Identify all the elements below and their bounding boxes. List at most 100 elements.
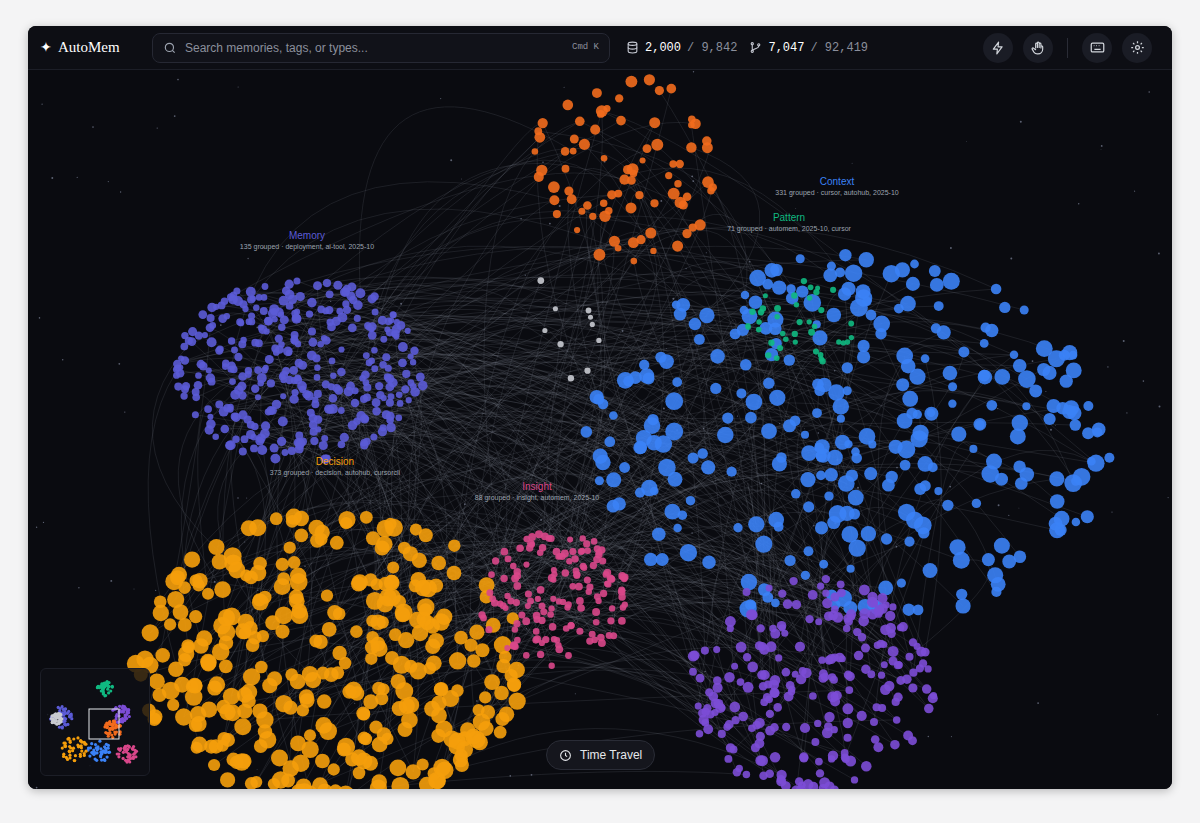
memory-node[interactable] (384, 327, 390, 333)
memory-node[interactable] (363, 694, 378, 709)
memory-node[interactable] (218, 609, 235, 626)
memory-node[interactable] (748, 600, 757, 609)
memory-node[interactable] (555, 642, 562, 649)
memory-node[interactable] (758, 309, 764, 315)
memory-node[interactable] (848, 490, 864, 506)
memory-node[interactable] (881, 533, 892, 544)
memory-node[interactable] (315, 426, 321, 432)
memory-node[interactable] (214, 581, 231, 598)
memory-node[interactable] (801, 571, 810, 580)
memory-node[interactable] (507, 598, 514, 605)
memory-node[interactable] (313, 635, 327, 649)
memory-node[interactable] (410, 383, 417, 390)
memory-node[interactable] (1070, 419, 1082, 431)
memory-node[interactable] (488, 571, 495, 578)
memory-node[interactable] (717, 427, 734, 444)
memory-node[interactable] (1049, 471, 1064, 486)
memory-node[interactable] (656, 553, 669, 566)
memory-node[interactable] (315, 754, 330, 769)
memory-node[interactable] (562, 165, 570, 173)
memory-node[interactable] (178, 581, 191, 594)
memory-node[interactable] (625, 76, 637, 88)
memory-node[interactable] (371, 347, 378, 354)
memory-node[interactable] (255, 394, 261, 400)
memory-node[interactable] (815, 439, 830, 454)
memory-node[interactable] (571, 555, 578, 562)
memory-node[interactable] (194, 381, 203, 390)
memory-node[interactable] (513, 568, 521, 576)
memory-node[interactable] (388, 393, 395, 400)
memory-node[interactable] (363, 438, 371, 446)
memory-node[interactable] (193, 579, 205, 591)
memory-node[interactable] (302, 666, 318, 682)
memory-node[interactable] (310, 437, 318, 445)
memory-node[interactable] (975, 420, 985, 430)
memory-node[interactable] (672, 301, 680, 309)
memory-node[interactable] (260, 307, 268, 315)
memory-node[interactable] (577, 604, 585, 612)
memory-node[interactable] (299, 689, 314, 704)
memory-node[interactable] (828, 384, 844, 400)
memory-node[interactable] (295, 341, 302, 348)
memory-node[interactable] (315, 525, 330, 540)
memory-node[interactable] (317, 694, 332, 709)
memory-node[interactable] (783, 336, 789, 342)
memory-node[interactable] (910, 260, 919, 269)
memory-node[interactable] (565, 652, 572, 659)
memory-node[interactable] (338, 346, 344, 352)
memory-node[interactable] (710, 349, 725, 364)
memory-node[interactable] (607, 500, 620, 513)
memory-node[interactable] (263, 328, 269, 334)
memory-node[interactable] (202, 332, 208, 338)
memory-node[interactable] (523, 536, 530, 543)
memory-node[interactable] (364, 322, 371, 329)
memory-node[interactable] (508, 679, 521, 692)
memory-node[interactable] (236, 318, 244, 326)
memory-node[interactable] (467, 654, 481, 668)
memory-node[interactable] (596, 105, 608, 117)
memory-node[interactable] (176, 369, 185, 378)
memory-node[interactable] (312, 354, 320, 362)
memory-node[interactable] (164, 618, 176, 630)
memory-node[interactable] (218, 302, 226, 310)
memory-node[interactable] (837, 415, 845, 423)
memory-node[interactable] (579, 548, 585, 554)
memory-node[interactable] (994, 369, 1010, 385)
memory-node[interactable] (198, 310, 207, 319)
memory-node[interactable] (815, 521, 828, 534)
memory-node[interactable] (152, 688, 166, 702)
memory-node[interactable] (570, 135, 579, 144)
memory-node[interactable] (626, 202, 637, 213)
memory-node[interactable] (277, 437, 286, 446)
memory-node[interactable] (384, 373, 392, 381)
memory-node[interactable] (404, 660, 417, 673)
memory-node[interactable] (619, 462, 630, 473)
memory-node[interactable] (229, 378, 236, 385)
memory-node[interactable] (595, 476, 604, 485)
memory-node[interactable] (904, 537, 914, 547)
memory-node[interactable] (649, 117, 660, 128)
memory-node[interactable] (995, 473, 1008, 486)
memory-node[interactable] (534, 172, 544, 182)
memory-node[interactable] (252, 703, 267, 718)
memory-node[interactable] (548, 605, 554, 611)
memory-node[interactable] (533, 628, 540, 635)
memory-node[interactable] (178, 618, 192, 632)
memory-node[interactable] (650, 199, 658, 207)
memory-node[interactable] (598, 639, 606, 647)
memory-node[interactable] (238, 320, 245, 327)
memory-node[interactable] (333, 384, 341, 392)
memory-node[interactable] (807, 295, 812, 300)
memory-node[interactable] (808, 284, 814, 290)
memory-node[interactable] (270, 454, 280, 464)
memory-node[interactable] (391, 674, 406, 689)
memory-node[interactable] (293, 511, 309, 527)
memory-node[interactable] (304, 729, 316, 741)
memory-node[interactable] (986, 400, 997, 411)
memory-node[interactable] (1018, 370, 1036, 388)
memory-node[interactable] (523, 652, 530, 659)
memory-node[interactable] (378, 427, 387, 436)
memory-node[interactable] (449, 652, 466, 669)
memory-node[interactable] (551, 636, 558, 643)
memory-node[interactable] (376, 616, 389, 629)
